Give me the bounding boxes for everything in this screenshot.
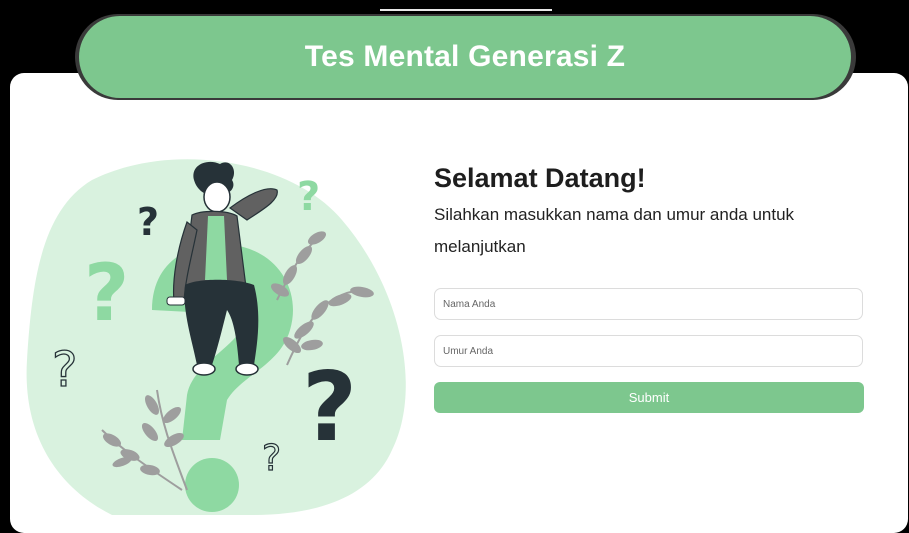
name-input[interactable]: [434, 288, 863, 320]
welcome-instruction: Silahkan masukkan nama dan umur anda unt…: [434, 205, 795, 256]
green-question-mark-top: ?: [297, 174, 320, 220]
confused-person-illustration-icon: ? ? ? ? ? ?: [26, 159, 406, 515]
dark-question-mark-top: ?: [137, 200, 159, 244]
green-question-mark-left: ?: [84, 249, 129, 339]
outline-question-mark-bottom: ?: [262, 438, 281, 479]
header-banner: Tes Mental Generasi Z: [79, 16, 851, 98]
dark-question-mark-large: ?: [302, 353, 357, 463]
submit-button[interactable]: Submit: [434, 382, 864, 413]
page-title: Tes Mental Generasi Z: [304, 40, 626, 73]
age-input[interactable]: [434, 335, 863, 367]
top-bar-line: [380, 9, 552, 11]
welcome-heading: Selamat Datang!: [434, 163, 646, 193]
big-question-dot: [185, 458, 239, 512]
outline-question-mark-left: ?: [52, 342, 77, 398]
